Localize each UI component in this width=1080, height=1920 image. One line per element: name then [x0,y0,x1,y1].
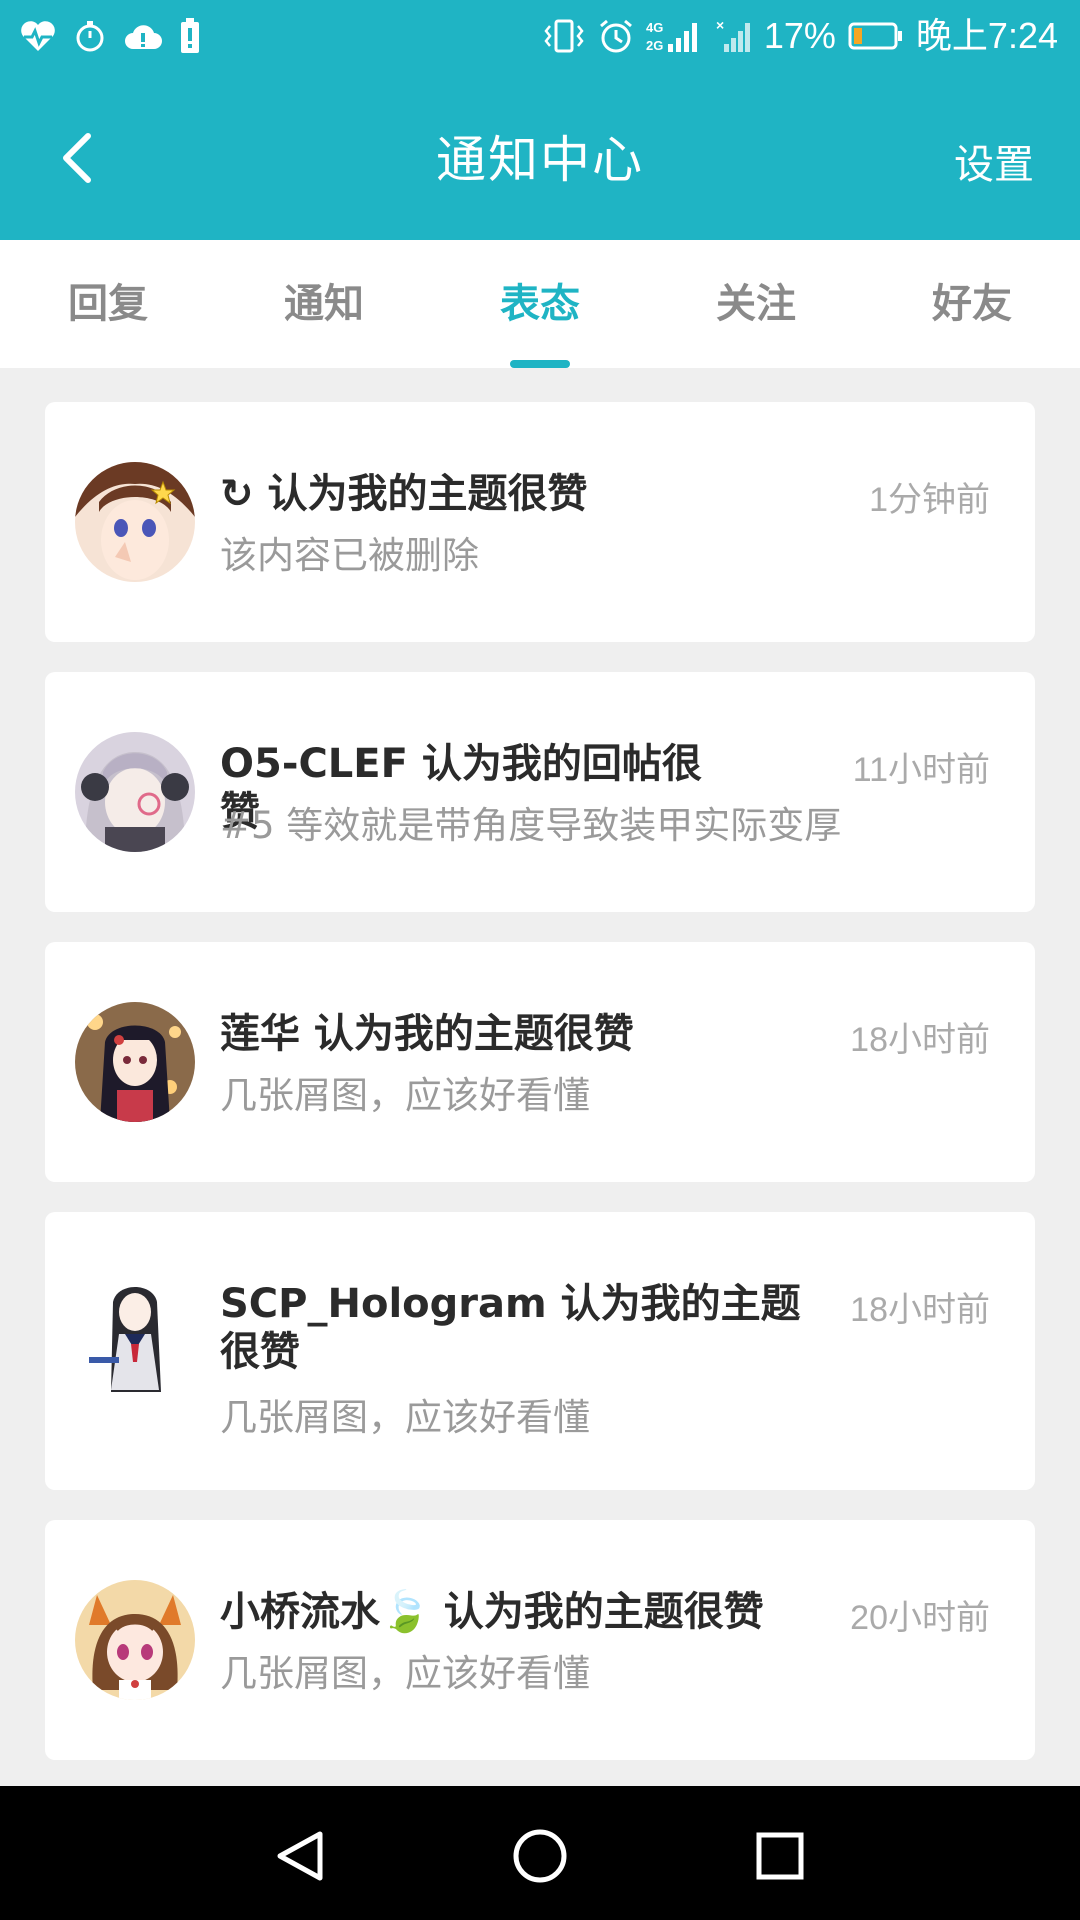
notification-card[interactable]: O5-CLEF 认为我的回帖很赞 11小时前 #5 等效就是带角度导致装甲实际变… [45,672,1035,912]
status-clock: 晚上7:24 [915,15,1058,56]
avatar[interactable] [75,732,195,852]
notification-time: 18小时前 [850,1021,990,1059]
active-tab-indicator [510,360,570,368]
avatar[interactable] [75,1272,195,1392]
notification-snippet: 几张屑图，应该好看懂 [220,1396,590,1439]
notification-time: 1分钟前 [869,481,990,519]
notification-time: 11小时前 [852,751,990,789]
battery-alert-icon [180,18,200,54]
tab-label: 表态 [500,281,580,327]
notification-snippet: 几张屑图，应该好看懂 [220,1652,590,1695]
tab-bar: 回复 通知 表态 关注 好友 [0,240,1080,368]
navigation-bar [0,1786,1080,1920]
tab-label: 回复 [68,281,148,327]
tab-following[interactable]: 关注 [648,240,864,368]
vibrate-icon [542,18,586,54]
stopwatch-icon [74,19,106,53]
page-title: 通知中心 [436,131,644,189]
signal-weak-icon: × [716,18,752,54]
recents-nav-button[interactable] [740,1816,820,1896]
notification-card[interactable]: SCP_Hologram 认为我的主题很赞 18小时前 几张屑图，应该好看懂 [45,1212,1035,1490]
title-bar: 通知中心 设置 [0,72,1080,240]
cloud-alert-icon [124,21,162,51]
notification-snippet: 几张屑图，应该好看懂 [220,1074,590,1117]
notification-title: SCP_Hologram 认为我的主题很赞 [220,1281,801,1375]
notification-title: 小桥流水🍃 认为我的主题很赞 [220,1589,764,1635]
notification-card[interactable]: ↻ 认为我的主题很赞 1分钟前 该内容已被删除 [45,402,1035,642]
notification-card[interactable]: 小桥流水🍃 认为我的主题很赞 20小时前 几张屑图，应该好看懂 [45,1520,1035,1760]
notification-snippet: #5 等效就是带角度导致装甲实际变厚 [220,804,842,847]
tab-notifications[interactable]: 通知 [216,240,432,368]
status-bar: 4G 2G × 17% 晚上7:24 [0,0,1080,72]
back-nav-button[interactable] [260,1816,340,1896]
svg-text:2G: 2G [646,38,663,53]
alarm-icon [598,18,634,54]
refresh-icon: ↻ [220,471,254,517]
svg-text:4G: 4G [646,20,663,35]
battery-icon [848,21,904,51]
tab-replies[interactable]: 回复 [0,240,216,368]
status-right-icons: 4G 2G × 17% 晚上7:24 [542,12,1058,60]
notification-time: 18小时前 [850,1291,990,1329]
circle-home-icon [513,1829,567,1883]
health-icon [20,19,56,53]
tab-label: 好友 [932,281,1012,327]
svg-text:×: × [716,18,724,33]
settings-button[interactable]: 设置 [954,132,1034,190]
avatar[interactable] [75,462,195,582]
notification-list: ↻ 认为我的主题很赞 1分钟前 该内容已被删除 O5-CLEF 认为我的回帖很赞… [45,402,1035,1790]
triangle-back-icon [277,1831,323,1881]
tab-friends[interactable]: 好友 [864,240,1080,368]
notification-time: 20小时前 [850,1599,990,1637]
avatar[interactable] [75,1002,195,1122]
notification-title: ↻ 认为我的主题很赞 [220,470,740,518]
signal-4g-icon: 4G 2G [646,18,704,54]
tab-label: 通知 [284,281,364,327]
square-recents-icon [756,1832,804,1880]
status-left-icons [20,18,200,54]
notification-title: 莲华 认为我的主题很赞 [220,1011,634,1057]
tab-label: 关注 [716,281,796,327]
battery-percent: 17% [763,15,836,56]
avatar[interactable] [75,1580,195,1700]
notification-title-text: 认为我的主题很赞 [267,471,588,517]
tab-reactions[interactable]: 表态 [432,240,648,368]
notification-snippet: 该内容已被删除 [220,534,479,577]
notification-card[interactable]: 莲华 认为我的主题很赞 18小时前 几张屑图，应该好看懂 [45,942,1035,1182]
home-nav-button[interactable] [500,1816,580,1896]
